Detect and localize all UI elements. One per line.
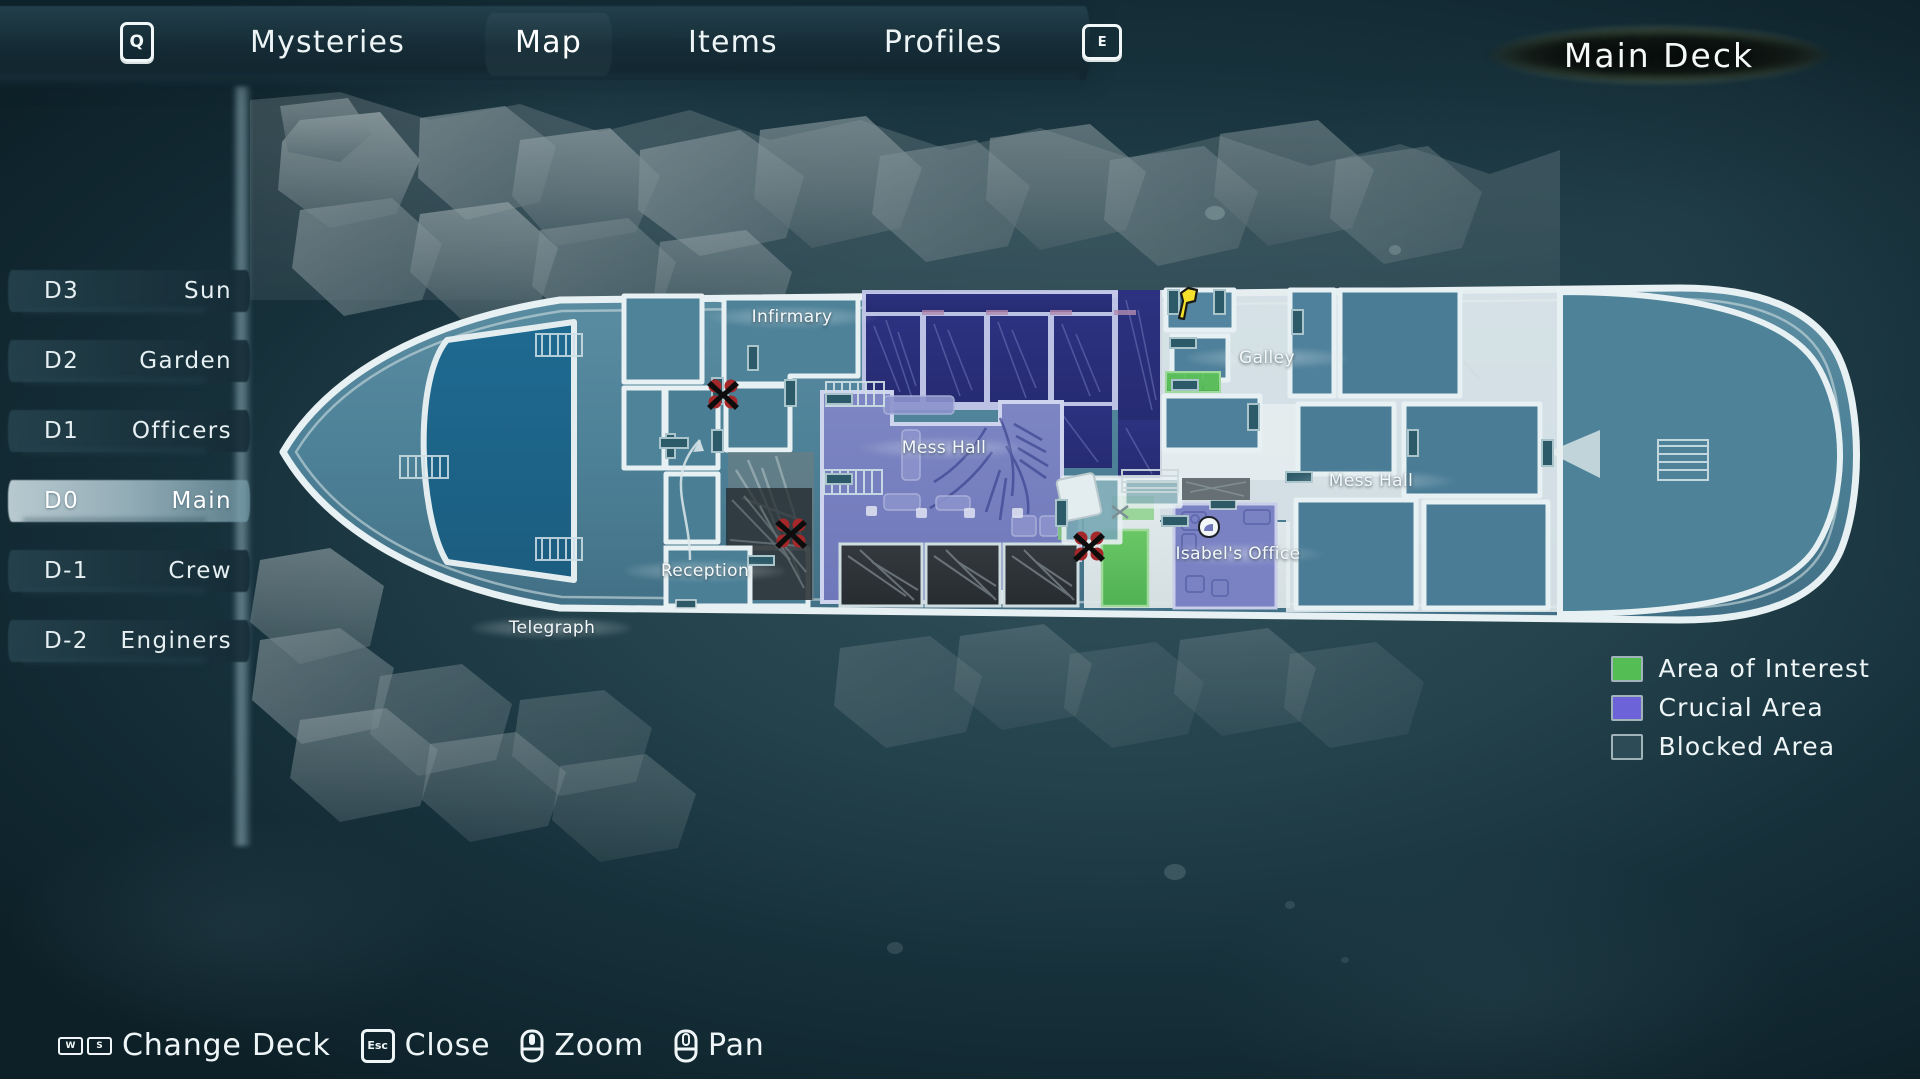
hint-pan: Pan — [674, 1028, 765, 1063]
legend-row: Area of Interest — [1610, 654, 1870, 683]
deck-row-d0[interactable]: D0 Main — [0, 478, 250, 524]
key-s: S — [87, 1036, 112, 1055]
ship-deck-map[interactable] — [0, 0, 1920, 1079]
deck-code: D1 — [44, 418, 80, 444]
deck-title-banner: Main Deck — [1444, 16, 1874, 94]
mouse-icon — [674, 1029, 698, 1062]
map-screen: Infirmary Galley Mess Hall Mess Hall Isabel'… — [0, 0, 1920, 1079]
hint-zoom: Zoom — [520, 1028, 644, 1063]
deck-name: Officers — [131, 418, 232, 444]
deck-title-text: Main Deck — [1563, 35, 1755, 75]
control-hints: W S Change Deck Esc Close Zoom Pan — [58, 1028, 765, 1063]
tab-profiles[interactable]: Profiles — [854, 19, 1033, 66]
legend-swatch — [1610, 694, 1643, 721]
hint-label: Change Deck — [122, 1028, 331, 1063]
deck-name: Crew — [168, 558, 232, 584]
legend-label: Blocked Area — [1658, 732, 1836, 761]
isabels-office[interactable] — [1172, 499, 1278, 610]
esc-key-icon: Esc — [360, 1028, 395, 1063]
deck-code: D3 — [44, 278, 80, 304]
reception-area[interactable] — [663, 545, 753, 609]
tab-map[interactable]: Map — [485, 19, 612, 66]
deck-name: Main — [171, 488, 232, 514]
hint-change-deck: W S Change Deck — [58, 1028, 331, 1063]
legend-swatch — [1610, 733, 1643, 760]
map-legend: Area of Interest Crucial Area Blocked Area — [1610, 654, 1870, 761]
deck-code: D-1 — [44, 558, 89, 584]
hint-label: Zoom — [554, 1028, 645, 1063]
deck-row-d2[interactable]: D2 Garden — [0, 338, 250, 384]
axe-marker-icon[interactable] — [1175, 285, 1205, 325]
legend-label: Crucial Area — [1658, 693, 1824, 722]
hint-close: Esc Close — [360, 1028, 491, 1063]
deck-name: Garden — [139, 348, 232, 374]
legend-row: Crucial Area — [1610, 693, 1870, 722]
tab-mysteries[interactable]: Mysteries — [220, 19, 435, 66]
deck-row-d-2[interactable]: D-2 Enginers — [0, 618, 250, 664]
deck-name: Enginers — [120, 628, 232, 654]
tab-items[interactable]: Items — [658, 19, 808, 66]
hint-label: Pan — [708, 1028, 765, 1063]
blocked-storerooms[interactable] — [838, 542, 1080, 608]
deck-row-d3[interactable]: D3 Sun — [0, 268, 250, 314]
legend-swatch — [1610, 655, 1643, 682]
deck-code: D0 — [44, 488, 80, 514]
deck-row-d1[interactable]: D1 Officers — [0, 408, 250, 454]
mouse-wheel-icon — [520, 1029, 544, 1062]
next-tab-key[interactable]: E — [1082, 24, 1123, 60]
deck-code: D2 — [44, 348, 80, 374]
hint-label: Close — [404, 1028, 491, 1063]
deck-code: D-2 — [44, 628, 89, 654]
legend-label: Area of Interest — [1658, 654, 1870, 683]
top-navigation[interactable]: Q Mysteries Map Items Profiles E — [0, 0, 1123, 84]
key-w: W — [58, 1036, 83, 1055]
deck-name: Sun — [184, 278, 232, 304]
deck-selector-list[interactable]: D3 Sun D2 Garden D1 Officers D0 Main D-1 Crew D-2 E… — [0, 268, 250, 688]
deck-row-d-1[interactable]: D-1 Crew — [0, 548, 250, 594]
prev-tab-key[interactable]: Q — [120, 22, 154, 62]
legend-row: Blocked Area — [1610, 732, 1870, 761]
clue-item-marker-icon[interactable] — [1196, 514, 1222, 540]
stern-section — [1548, 288, 1843, 618]
ws-keys-icon: WS — [58, 1036, 112, 1055]
